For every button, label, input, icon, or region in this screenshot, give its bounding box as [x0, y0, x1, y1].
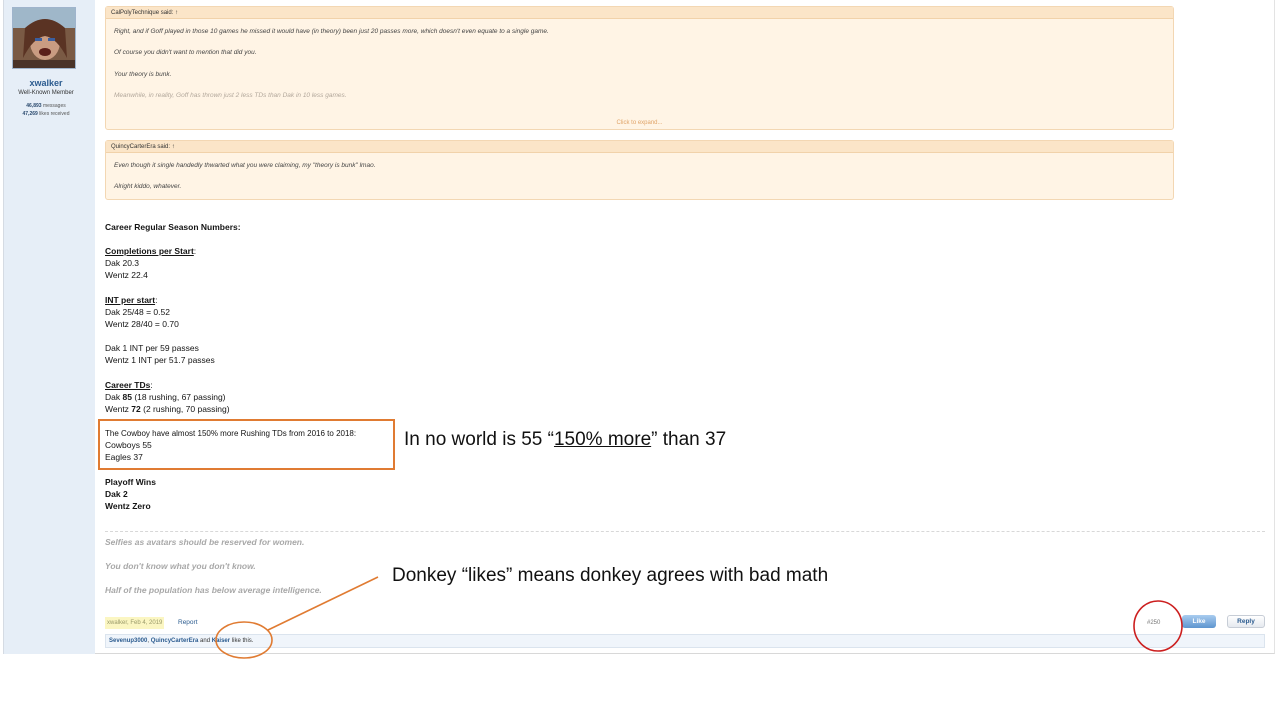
screenshot: xwalker Well-Known Member 46,893 message…	[0, 0, 1280, 703]
annotation-pointer-line	[267, 576, 379, 631]
annotation-post-number-circle	[1133, 600, 1183, 652]
annotation-kaiser-circle	[215, 621, 273, 659]
annotation-overlay	[215, 576, 1183, 659]
